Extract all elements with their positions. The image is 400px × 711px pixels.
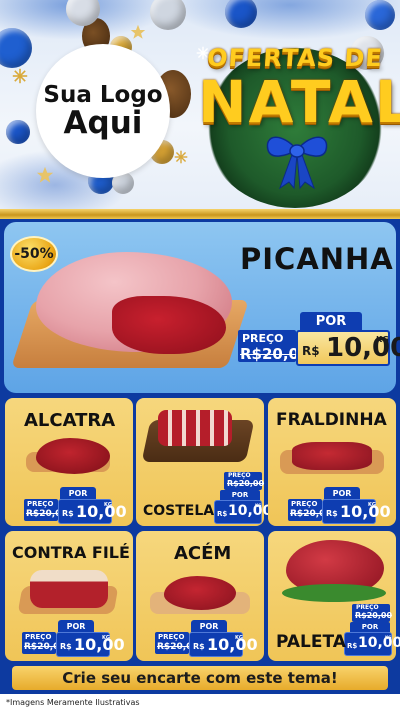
new-price-value: 10,00 [228, 503, 273, 519]
logo-text-line1: Sua Logo [43, 81, 163, 108]
currency-symbol: R$ [326, 509, 338, 518]
old-price-label: PREÇO [228, 472, 251, 479]
ornament-silver-decoration [150, 0, 186, 30]
por-label: POR [220, 490, 260, 500]
new-price-box: R$ 10,00 KG [344, 632, 400, 656]
star-icon [36, 166, 54, 183]
new-price-value: 10,00 [74, 635, 125, 654]
unit-label: KG [385, 635, 392, 640]
new-price-value: 10,00 [207, 635, 258, 654]
old-price-box: PREÇO R$20,00 [24, 499, 68, 521]
por-label: POR [58, 620, 94, 632]
ribbon-bow-icon [266, 136, 328, 190]
product-name: PALETA [276, 632, 346, 652]
currency-symbol: R$ [217, 510, 228, 518]
herb-garnish-decoration [282, 584, 386, 602]
old-price-label: PREÇO [291, 500, 318, 508]
old-price-label: PREÇO [158, 633, 185, 641]
price-tag: POR PREÇO R$20,00 R$ 10,00 KG [22, 620, 125, 657]
price-tag: PREÇO R$20,00 [352, 604, 392, 622]
unit-label: KG [104, 502, 112, 508]
price-tag: POR PREÇO R$20,00 R$ 10,00 KG [288, 487, 391, 524]
product-name: FRALDINHA [276, 410, 387, 430]
unit-label: KG [376, 335, 389, 344]
unit-label: KG [102, 635, 110, 641]
por-label: POR [191, 620, 227, 632]
logo-text-line2: Aqui [63, 104, 143, 141]
product-name: ACÉM [174, 543, 232, 564]
old-price-label: PREÇO [25, 633, 52, 641]
price-tag: POR R$ 10,00 KG [344, 622, 400, 656]
new-price-box: R$ 10,00 KG [214, 500, 272, 524]
por-label: POR [350, 622, 390, 632]
snowflake-icon [174, 150, 188, 164]
contra-file-image [30, 570, 108, 608]
gold-divider [0, 209, 400, 219]
new-price-value: 10,00 [358, 635, 400, 651]
cta-banner[interactable]: Crie seu encarte com este tema! [12, 666, 388, 690]
unit-label: KG [255, 503, 262, 508]
new-price-value: 10,00 [340, 502, 391, 521]
old-price-box: PREÇO R$20,00 [224, 472, 265, 490]
ornament-blue-decoration [6, 120, 30, 144]
new-price-box: R$ 10,00 KG [189, 632, 258, 657]
new-price-box: R$ 10,00 KG [296, 330, 400, 366]
new-price-value: 10,00 [326, 333, 400, 363]
product-name: ALCATRA [24, 410, 116, 431]
currency-symbol: R$ [193, 642, 205, 651]
currency-symbol: R$ [60, 642, 72, 651]
fraldinha-image [292, 442, 372, 470]
unit-label: KG [235, 635, 243, 641]
old-price-box: PREÇO R$20,00 [155, 632, 199, 654]
featured-price-tag: POR PREÇO R$20,00 R$ 10,00 KG [238, 312, 400, 368]
alcatra-image [36, 438, 110, 474]
old-price-label: PREÇO [242, 332, 284, 345]
price-tag: PREÇO R$20,00 [224, 472, 265, 490]
snowflake-icon [12, 68, 28, 84]
star-icon [130, 24, 146, 39]
price-tag: POR R$ 10,00 KG [214, 490, 272, 524]
new-price-box: R$ 10,00 KG [56, 632, 125, 657]
costela-image [158, 410, 232, 446]
currency-symbol: R$ [302, 344, 320, 358]
currency-symbol: R$ [62, 509, 74, 518]
header-banner: Sua Logo Aqui OFERTAS DE NATAL [0, 0, 400, 210]
por-label: POR [300, 312, 362, 330]
new-price-value: 10,00 [76, 502, 127, 521]
old-price-box: PREÇO R$20,00 [238, 330, 309, 363]
old-price-box: PREÇO R$20,00 [352, 604, 393, 622]
ornament-blue-decoration [0, 28, 32, 68]
featured-product-name: PICANHA [240, 242, 394, 276]
logo-placeholder: Sua Logo Aqui [36, 44, 170, 178]
acem-image [164, 576, 236, 610]
old-price-label: PREÇO [356, 604, 379, 611]
old-price-value: R$20,00 [227, 479, 265, 488]
price-tag: POR PREÇO R$20,00 R$ 10,00 KG [24, 487, 127, 524]
product-name: COSTELA [143, 503, 215, 519]
price-tag: POR PREÇO R$20,00 R$ 10,00 KG [155, 620, 258, 657]
new-price-box: R$ 10,00 KG [322, 499, 391, 524]
old-price-box: PREÇO R$20,00 [22, 632, 66, 654]
por-label: POR [324, 487, 360, 499]
por-label: POR [60, 487, 96, 499]
discount-badge: -50% [10, 236, 58, 272]
currency-symbol: R$ [347, 642, 358, 650]
old-price-label: PREÇO [27, 500, 54, 508]
disclaimer-text: *Imagens Meramente Ilustrativas [0, 694, 400, 711]
product-name: CONTRA FILÉ [12, 543, 130, 562]
new-price-box: R$ 10,00 KG [58, 499, 127, 524]
ornament-blue-decoration [365, 0, 395, 30]
old-price-value: R$20,00 [355, 611, 393, 620]
unit-label: KG [368, 502, 376, 508]
old-price-box: PREÇO R$20,00 [288, 499, 332, 521]
